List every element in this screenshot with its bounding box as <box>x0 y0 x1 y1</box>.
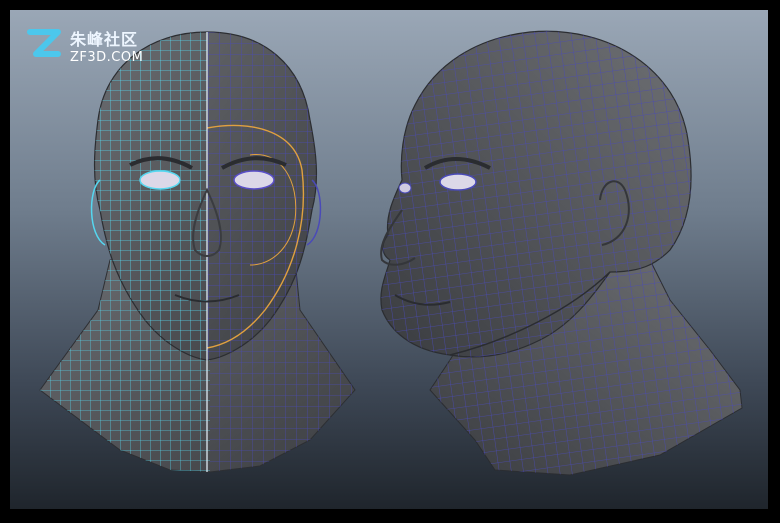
z-logo-icon <box>27 29 61 57</box>
front-right-eye <box>233 170 275 190</box>
watermark-site: ZF3D.COM <box>70 50 144 65</box>
image-frame: 朱峰社区 ZF3D.COM <box>0 0 780 523</box>
front-left-eye <box>139 170 181 190</box>
viewport-scene <box>39 30 743 476</box>
3d-viewport[interactable]: 朱峰社区 ZF3D.COM <box>10 10 768 509</box>
watermark-title: 朱峰社区 <box>70 30 139 49</box>
head-front-view[interactable] <box>39 31 356 473</box>
head-three-quarter-view[interactable] <box>380 30 743 476</box>
side-eye <box>439 173 477 191</box>
watermark-logo: 朱峰社区 ZF3D.COM <box>24 24 184 70</box>
